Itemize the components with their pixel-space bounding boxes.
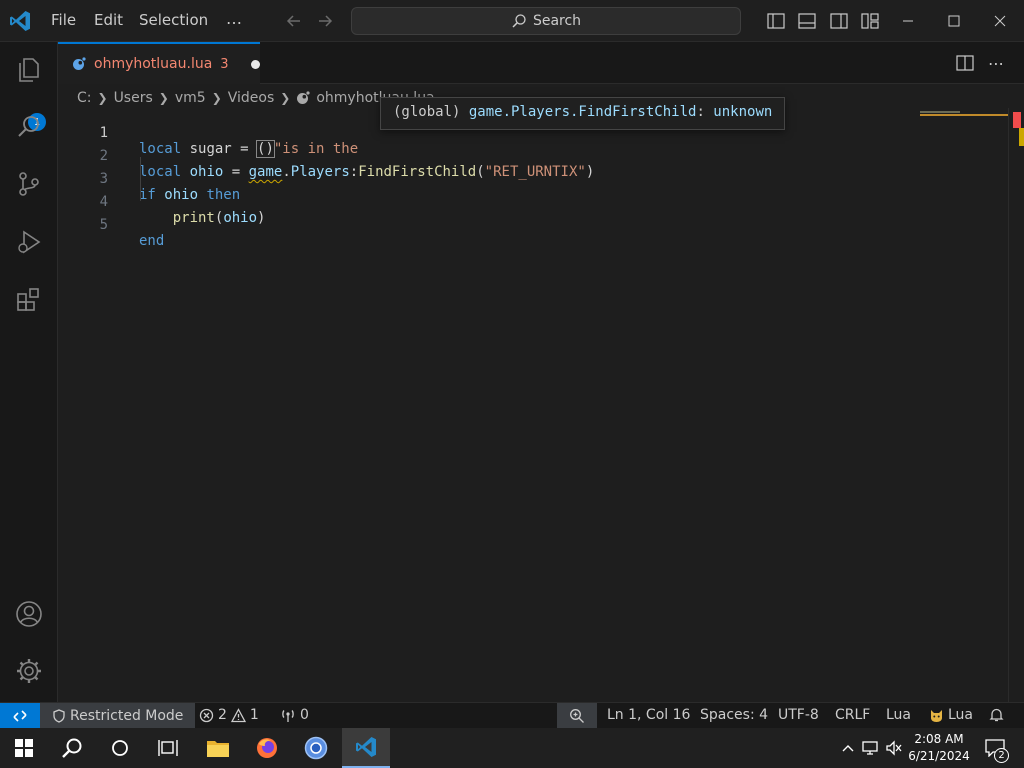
breadcrumb-videos[interactable]: Videos (228, 90, 275, 106)
notifications-bell-icon[interactable] (989, 707, 1004, 722)
breadcrumb-users[interactable]: Users (114, 90, 153, 106)
code-editor[interactable]: 1 local sugar = ()"is in the 2 local ohi… (58, 108, 1008, 702)
volume-muted-icon[interactable] (884, 738, 904, 758)
accounts-icon[interactable] (13, 598, 45, 630)
forward-arrow-icon[interactable] (314, 10, 336, 32)
toggle-primary-sidebar-icon[interactable] (765, 10, 787, 32)
lua-file-icon (297, 91, 310, 104)
line-number: 5 (99, 217, 108, 233)
hover-prefix: (global) (393, 104, 469, 120)
hover-type: unknown (713, 104, 773, 120)
activity-bar: 1 (0, 42, 58, 702)
warning-count: 1 (249, 707, 259, 723)
menu-edit[interactable]: Edit (94, 11, 123, 29)
run-debug-icon[interactable] (13, 226, 45, 258)
broadcast-icon (282, 709, 294, 722)
search-icon (512, 14, 526, 28)
ports-count: 0 (300, 707, 309, 723)
cat-icon (931, 709, 942, 722)
title-bar: File Edit Selection … Search (0, 0, 1024, 42)
warning-icon (230, 707, 246, 722)
restricted-mode-button[interactable]: Restricted Mode (40, 703, 196, 729)
problems-button[interactable]: 2 1 (199, 707, 259, 723)
code-text: end (139, 233, 165, 249)
extensions-icon[interactable] (13, 283, 45, 315)
menu-file[interactable]: File (51, 11, 76, 29)
chevron-right-icon: ❯ (97, 91, 108, 105)
notification-count-badge: 2 (994, 748, 1009, 763)
menu-selection[interactable]: Selection (139, 11, 208, 29)
restricted-mode-label: Restricted Mode (70, 708, 184, 724)
explorer-icon[interactable] (13, 54, 45, 86)
code-line: 3 if ohio then (58, 155, 1008, 203)
code-line: 5 end (58, 201, 1008, 249)
task-view-icon[interactable] (148, 732, 188, 764)
indent-guide (140, 157, 141, 201)
chevron-right-icon: ❯ (280, 91, 291, 105)
firefox-icon[interactable] (247, 732, 287, 764)
code-line: 4 print(ohio) (58, 178, 1008, 226)
editor-tab-bar: ohmyhotluau.lua 3 ⋯ (58, 42, 1024, 84)
remote-indicator-icon[interactable] (0, 703, 40, 729)
code-line: 2 local ohio = game.Players:FindFirstChi… (58, 132, 1008, 180)
shield-icon (53, 709, 65, 723)
editor-more-actions-icon[interactable]: ⋯ (985, 52, 1007, 74)
toggle-secondary-sidebar-icon[interactable] (828, 10, 850, 32)
search-placeholder: Search (532, 13, 582, 29)
breadcrumb-vm5[interactable]: vm5 (175, 90, 206, 106)
lua-extension-label: Lua (948, 707, 974, 723)
chevron-right-icon: ❯ (158, 91, 169, 105)
command-center-search[interactable]: Search (351, 7, 741, 35)
back-arrow-icon[interactable] (283, 10, 305, 32)
hover-separator: : (696, 104, 714, 120)
zoom-icon[interactable] (557, 703, 597, 729)
manage-gear-icon[interactable] (13, 655, 45, 687)
windows-start-icon[interactable] (4, 732, 44, 764)
system-clock[interactable]: 2:08 AM 6/21/2024 (904, 731, 974, 765)
chrome-icon[interactable] (296, 732, 336, 764)
unsaved-dot-icon[interactable] (250, 59, 260, 69)
status-bar: Restricted Mode 2 1 0 Ln 1, Col 16 Space… (0, 702, 1024, 729)
file-explorer-icon[interactable] (198, 732, 238, 764)
chevron-right-icon: ❯ (211, 91, 222, 105)
vertical-scrollbar[interactable] (1008, 108, 1024, 702)
source-control-icon[interactable] (13, 168, 45, 200)
vscode-logo-icon (10, 11, 30, 31)
error-count: 2 (218, 707, 227, 723)
customize-layout-icon[interactable] (859, 10, 881, 32)
search-view-icon[interactable] (13, 111, 45, 143)
tray-chevron-up-icon[interactable] (838, 738, 858, 758)
language-mode[interactable]: Lua (886, 707, 911, 723)
network-icon[interactable] (860, 738, 880, 758)
tab-ohmyhotluau[interactable]: ohmyhotluau.lua 3 (58, 42, 260, 84)
cortana-icon[interactable] (100, 732, 140, 764)
lua-file-icon (73, 57, 86, 70)
hover-tooltip: (global) game.Players.FindFirstChild: un… (380, 97, 786, 130)
tab-filename: ohmyhotluau.lua (94, 56, 213, 72)
vscode-taskbar-icon[interactable] (342, 728, 390, 768)
ports-button[interactable]: 0 (280, 707, 309, 723)
menu-more-button[interactable]: … (226, 9, 242, 28)
encoding-setting[interactable]: UTF-8 (778, 707, 819, 723)
toggle-panel-icon[interactable] (796, 10, 818, 32)
split-editor-icon[interactable] (954, 52, 976, 74)
lua-extension-status[interactable]: Lua (929, 707, 973, 723)
error-icon (199, 708, 214, 722)
maximize-button[interactable] (931, 0, 977, 42)
close-button[interactable] (977, 0, 1023, 42)
minimize-button[interactable] (885, 0, 931, 42)
clock-date: 6/21/2024 (908, 749, 970, 763)
cursor-position[interactable]: Ln 1, Col 16 (607, 707, 690, 723)
tab-error-count: 3 (220, 56, 229, 72)
clock-time: 2:08 AM (914, 732, 964, 746)
breadcrumb-drive[interactable]: C: (77, 90, 92, 106)
hover-symbol: game.Players.FindFirstChild (468, 104, 697, 120)
taskbar-search-icon[interactable] (52, 732, 92, 764)
indentation-setting[interactable]: Spaces: 4 (700, 707, 768, 723)
windows-taskbar: 2:08 AM 6/21/2024 2 (0, 728, 1024, 768)
minimap[interactable] (920, 108, 1010, 128)
eol-setting[interactable]: CRLF (835, 707, 870, 723)
